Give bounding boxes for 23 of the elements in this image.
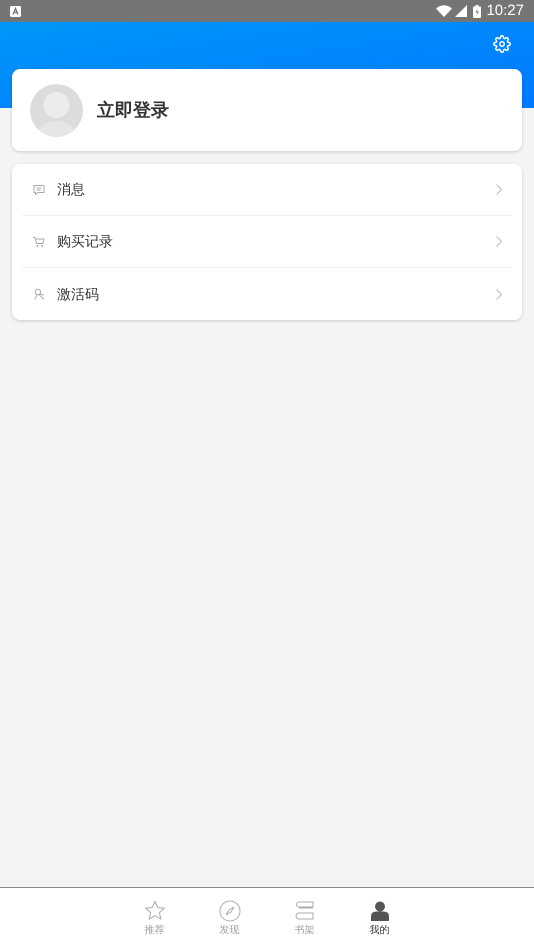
compass-icon [218, 900, 240, 922]
message-icon [32, 182, 46, 196]
signal-icon [455, 5, 468, 17]
menu-item[interactable]: 购买记录 [22, 216, 512, 268]
chevron-right-icon [496, 288, 502, 300]
settings-icon[interactable] [493, 35, 511, 53]
chevron-right-icon [496, 236, 502, 247]
notification-icon [10, 6, 21, 16]
shelf-icon [294, 900, 316, 922]
status-time: 10:27 [486, 0, 524, 21]
login-prompt[interactable]: 立即登录 [97, 96, 169, 124]
battery-icon [473, 4, 482, 18]
menu-item[interactable]: 消息 [22, 164, 512, 216]
nav-tab[interactable]: 我的 [342, 900, 417, 950]
star-icon [144, 900, 166, 922]
person-icon [368, 900, 390, 922]
cart-icon [32, 234, 46, 248]
profile-card[interactable]: 立即登录 [12, 69, 522, 151]
menu-item[interactable]: 激活码 [22, 268, 512, 320]
wifi-icon [436, 5, 452, 17]
chevron-right-icon [496, 184, 502, 195]
avatar-icon [30, 84, 83, 136]
key-icon [32, 287, 46, 301]
